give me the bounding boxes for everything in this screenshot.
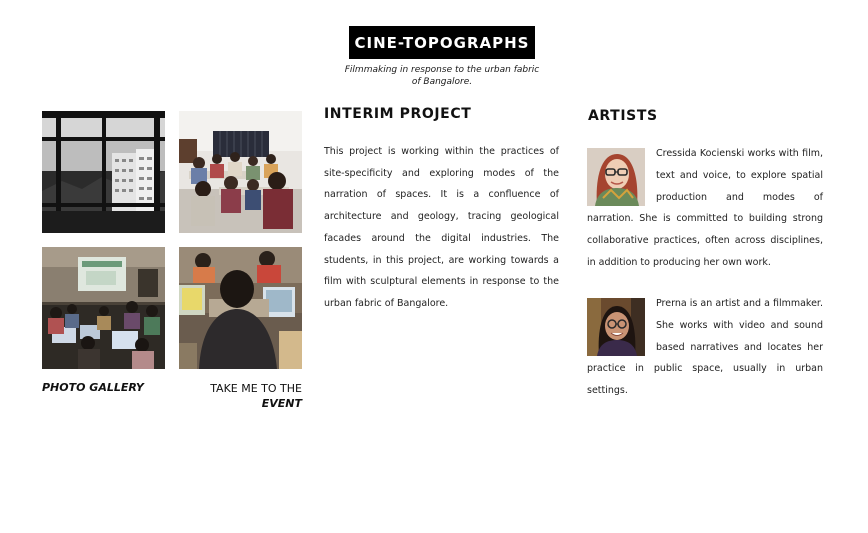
site-subtitle: Filmmaking in response to the urban fabr… — [344, 65, 540, 87]
artists-heading: ARTISTS — [588, 108, 658, 124]
interim-project-heading: INTERIM PROJECT — [324, 106, 472, 122]
gallery-photo-laptop-work[interactable] — [179, 247, 302, 369]
gallery-photo-classroom[interactable] — [179, 111, 302, 233]
site-title: CINE-TOPOGRAPHS — [348, 26, 536, 59]
artist-bio-prerna: Prerna is an artist and a filmmaker. She… — [587, 298, 823, 397]
event-link-prefix: TAKE ME TO THE — [210, 382, 302, 395]
photo-gallery-link[interactable]: PHOTO GALLERY — [42, 381, 144, 394]
gallery-photo-presentation[interactable] — [42, 247, 165, 369]
page-header: CINE-TOPOGRAPHS Filmmaking in response t… — [0, 26, 868, 88]
interim-project-description: This project is working within the pract… — [324, 146, 559, 309]
gallery-photo-window-view[interactable] — [42, 111, 165, 233]
artist-bio-cressida: Cressida Kocienski works with film, text… — [587, 148, 823, 268]
artist-prerna: Prerna is an artist and a filmmaker. She… — [587, 298, 823, 407]
take-me-to-event-link[interactable]: TAKE ME TO THE EVENT — [179, 381, 302, 411]
classroom-image — [179, 111, 302, 233]
artist-cressida: Cressida Kocienski works with film, text… — [587, 148, 823, 279]
event-link-emphasis: EVENT — [261, 397, 302, 410]
window-view-image — [42, 111, 165, 233]
laptop-work-image — [179, 247, 302, 369]
presentation-image — [42, 247, 165, 369]
